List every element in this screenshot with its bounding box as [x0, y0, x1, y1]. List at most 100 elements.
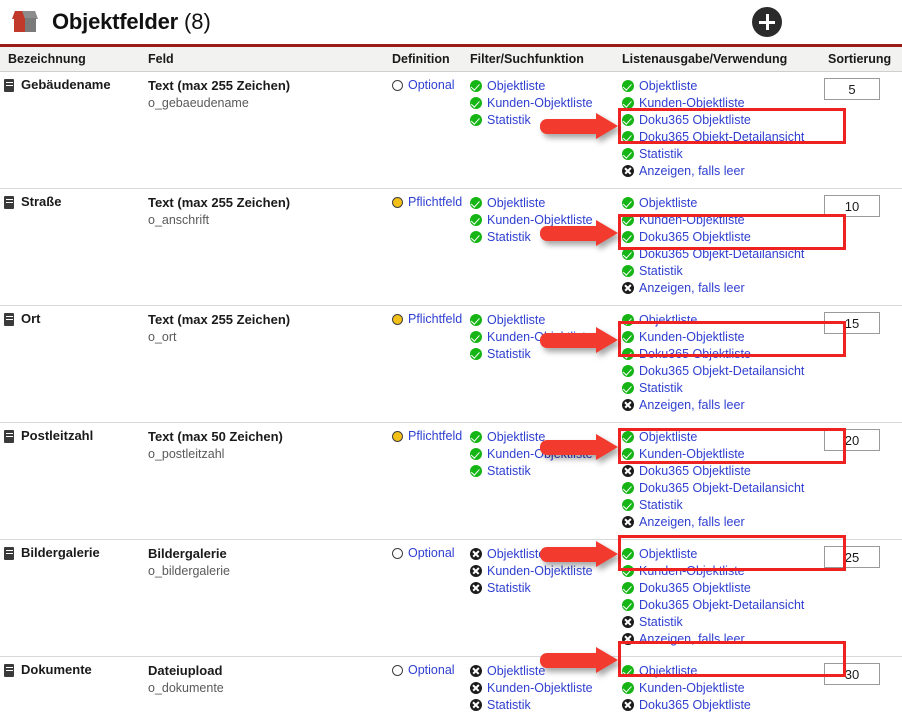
- listenausgabe-option[interactable]: Doku365 Objektliste: [622, 463, 816, 480]
- field-document-icon: [4, 430, 14, 443]
- listenausgabe-option[interactable]: Kunden-Objektliste: [622, 446, 816, 463]
- field-name[interactable]: Postleitzahl: [21, 429, 93, 443]
- add-field-button[interactable]: [752, 7, 782, 37]
- filter-option[interactable]: Kunden-Objektliste: [470, 95, 614, 112]
- field-name[interactable]: Bildergalerie: [21, 546, 100, 560]
- filter-option[interactable]: Kunden-Objektliste: [470, 329, 614, 346]
- column-header-definition[interactable]: Definition: [388, 47, 466, 72]
- definition-label[interactable]: Optional: [408, 663, 455, 678]
- listenausgabe-option[interactable]: Objektliste: [622, 78, 816, 95]
- listenausgabe-option[interactable]: Doku365 Objektliste: [622, 580, 816, 597]
- listenausgabe-option[interactable]: Objektliste: [622, 663, 816, 680]
- listenausgabe-option[interactable]: Statistik: [622, 614, 816, 631]
- column-header-listenausgabe[interactable]: Listenausgabe/Verwendung: [618, 47, 820, 72]
- listenausgabe-option[interactable]: Statistik: [622, 380, 816, 397]
- listenausgabe-option[interactable]: Objektliste: [622, 195, 816, 212]
- listenausgabe-option-label: Doku365 Objekt-Detailansicht: [639, 247, 805, 261]
- listenausgabe-option[interactable]: Doku365 Objekt-Detailansicht: [622, 129, 816, 146]
- objektfelder-page: Objektfelder (8) Bezeichnung Feld Defini…: [0, 0, 902, 712]
- definition-label[interactable]: Pflichtfeld: [408, 429, 462, 444]
- column-header-sortierung[interactable]: Sortierung: [820, 47, 902, 72]
- listenausgabe-option[interactable]: Objektliste: [622, 429, 816, 446]
- listenausgabe-option[interactable]: Kunden-Objektliste: [622, 212, 816, 229]
- listenausgabe-option[interactable]: Anzeigen, falls leer: [622, 163, 816, 180]
- check-circle-icon: [622, 265, 634, 277]
- column-header-bezeichnung[interactable]: Bezeichnung: [0, 47, 144, 72]
- cell-sortierung: [820, 422, 902, 540]
- check-circle-icon: [470, 331, 482, 343]
- cross-circle-icon: [622, 616, 634, 628]
- field-name[interactable]: Gebäudename: [21, 78, 111, 92]
- filter-option[interactable]: Kunden-Objektliste: [470, 446, 614, 463]
- listenausgabe-option[interactable]: Anzeigen, falls leer: [622, 280, 816, 297]
- definition-label[interactable]: Pflichtfeld: [408, 312, 462, 327]
- listenausgabe-list: Objektliste Kunden-Objektliste Doku365 Obj…: [622, 195, 816, 297]
- filter-option[interactable]: Statistik: [470, 580, 614, 597]
- listenausgabe-option[interactable]: Kunden-Objektliste: [622, 329, 816, 346]
- listenausgabe-option[interactable]: Kunden-Objektliste: [622, 680, 816, 697]
- filter-option[interactable]: Objektliste: [470, 195, 614, 212]
- filter-option[interactable]: Statistik: [470, 346, 614, 363]
- listenausgabe-option[interactable]: Doku365 Objekt-Detailansicht: [622, 480, 816, 497]
- filter-option-label: Objektliste: [487, 547, 546, 561]
- table-body: Gebäudename Text (max 255 Zeichen) o_gebae…: [0, 71, 902, 712]
- sortierung-input[interactable]: [824, 78, 880, 100]
- filter-option[interactable]: Statistik: [470, 112, 614, 129]
- listenausgabe-option[interactable]: Anzeigen, falls leer: [622, 514, 816, 531]
- filter-option[interactable]: Objektliste: [470, 429, 614, 446]
- field-type: Dateiupload: [148, 663, 223, 678]
- filter-option[interactable]: Objektliste: [470, 546, 614, 563]
- field-name[interactable]: Ort: [21, 312, 41, 326]
- definition-label[interactable]: Optional: [408, 546, 455, 561]
- table-row: Ort Text (max 255 Zeichen) o_ort Pflichtfel…: [0, 305, 902, 423]
- filter-option[interactable]: Kunden-Objektliste: [470, 563, 614, 580]
- filter-option[interactable]: Objektliste: [470, 663, 614, 680]
- listenausgabe-option-label: Objektliste: [639, 79, 698, 93]
- field-name[interactable]: Straße: [21, 195, 61, 209]
- listenausgabe-option[interactable]: Anzeigen, falls leer: [622, 631, 816, 648]
- listenausgabe-option[interactable]: Doku365 Objektliste: [622, 112, 816, 129]
- check-circle-icon: [622, 314, 634, 326]
- field-key: o_dokumente: [148, 681, 224, 695]
- listenausgabe-option[interactable]: Statistik: [622, 263, 816, 280]
- filter-option[interactable]: Objektliste: [470, 78, 614, 95]
- sortierung-input[interactable]: [824, 546, 880, 568]
- sortierung-input[interactable]: [824, 312, 880, 334]
- cross-circle-icon: [470, 582, 482, 594]
- cross-circle-icon: [622, 399, 634, 411]
- sortierung-input[interactable]: [824, 663, 880, 685]
- filter-option[interactable]: Objektliste: [470, 312, 614, 329]
- listenausgabe-option[interactable]: Statistik: [622, 146, 816, 163]
- listenausgabe-option[interactable]: Objektliste: [622, 312, 816, 329]
- listenausgabe-option[interactable]: Doku365 Objekt-Detailansicht: [622, 246, 816, 263]
- filter-option[interactable]: Statistik: [470, 697, 614, 712]
- listenausgabe-option[interactable]: Doku365 Objektliste: [622, 346, 816, 363]
- column-header-filter[interactable]: Filter/Suchfunktion: [466, 47, 618, 72]
- sortierung-input[interactable]: [824, 195, 880, 217]
- definition-label[interactable]: Pflichtfeld: [408, 195, 462, 210]
- listenausgabe-option[interactable]: Doku365 Objektliste: [622, 229, 816, 246]
- check-circle-icon: [622, 80, 634, 92]
- cell-definition: Optional: [388, 656, 466, 712]
- filter-option[interactable]: Kunden-Objektliste: [470, 680, 614, 697]
- listenausgabe-option[interactable]: Doku365 Objekt-Detailansicht: [622, 597, 816, 614]
- listenausgabe-option[interactable]: Anzeigen, falls leer: [622, 397, 816, 414]
- listenausgabe-option[interactable]: Kunden-Objektliste: [622, 95, 816, 112]
- filter-option[interactable]: Statistik: [470, 229, 614, 246]
- listenausgabe-option[interactable]: Doku365 Objekt-Detailansicht: [622, 363, 816, 380]
- cell-sortierung: [820, 188, 902, 306]
- listenausgabe-option-label: Doku365 Objektliste: [639, 581, 751, 595]
- listenausgabe-option[interactable]: Doku365 Objektliste: [622, 697, 816, 712]
- filter-option[interactable]: Statistik: [470, 463, 614, 480]
- listenausgabe-option[interactable]: Objektliste: [622, 546, 816, 563]
- listenausgabe-option[interactable]: Statistik: [622, 497, 816, 514]
- column-header-feld[interactable]: Feld: [144, 47, 388, 72]
- cell-definition: Pflichtfeld: [388, 422, 466, 540]
- field-type: Text (max 50 Zeichen): [148, 429, 283, 444]
- field-name[interactable]: Dokumente: [21, 663, 92, 677]
- cell-bezeichnung: Ort: [0, 305, 144, 423]
- listenausgabe-option[interactable]: Kunden-Objektliste: [622, 563, 816, 580]
- sortierung-input[interactable]: [824, 429, 880, 451]
- filter-option[interactable]: Kunden-Objektliste: [470, 212, 614, 229]
- definition-label[interactable]: Optional: [408, 78, 455, 93]
